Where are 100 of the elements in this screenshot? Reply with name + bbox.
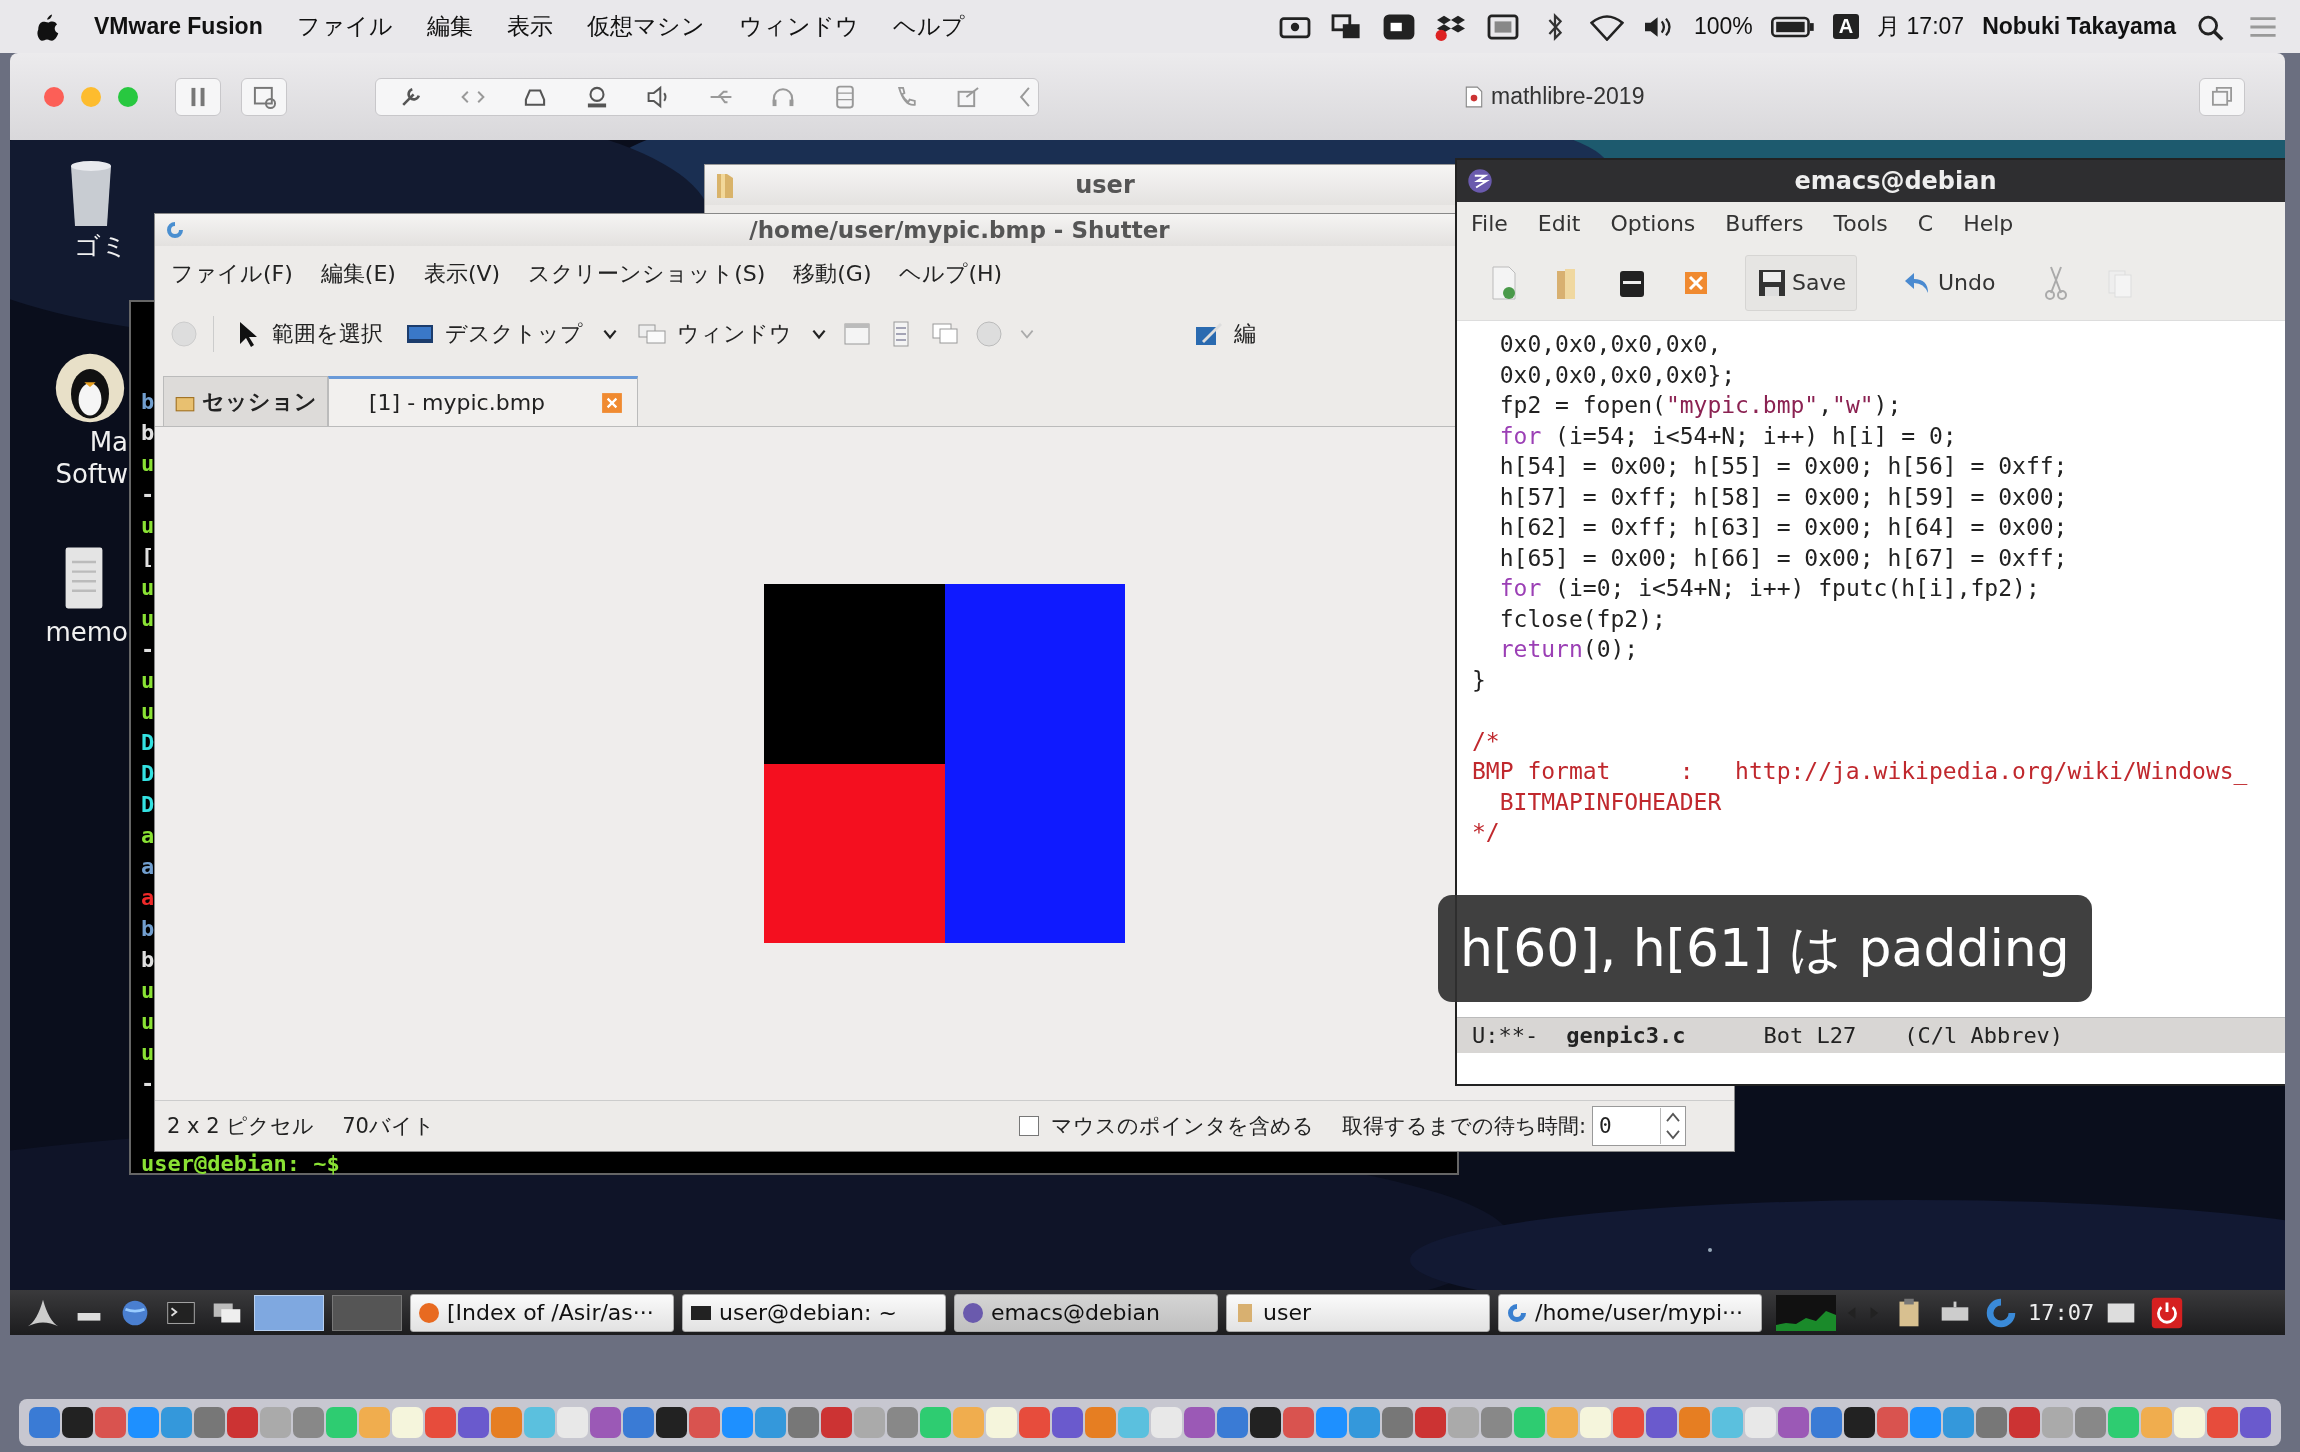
menu-item[interactable]: ファイル: [296, 11, 393, 42]
terminal-prompt: user@debian: ~$: [141, 1153, 340, 1175]
tab[interactable]: [1] - mypic.bmp: [328, 376, 639, 426]
app-icon: [417, 1300, 441, 1325]
code-line: for (i=0; i<54+N; i++) fputc(h[i],fp2);: [1498, 574, 2040, 603]
code-line: h[57] = 0xff; h[58] = 0x00; h[59] = 0x00;: [1498, 482, 2068, 512]
checkbox[interactable]: [1018, 1116, 1039, 1136]
menu-item[interactable]: 表示: [506, 11, 553, 42]
taskbar-item[interactable]: [Index of /Asir/as···: [410, 1293, 674, 1332]
terminal-line: u: [141, 1008, 155, 1036]
menu-item[interactable]: ヘルプ(H): [899, 258, 1003, 289]
emacs-icon: [1467, 168, 1493, 194]
wifi-icon[interactable]: [1589, 12, 1624, 41]
menu-item[interactable]: スクリーンショット(S): [528, 258, 766, 289]
terminal-line: b: [141, 946, 155, 974]
code-line: 0x0,0x0,0x0,0x0,: [1498, 330, 1722, 359]
major-mode: (C/l Abbrev): [1904, 1023, 2064, 1048]
snapshot-button[interactable]: [241, 77, 287, 116]
save-button[interactable]: Save: [1745, 254, 1857, 311]
app-icon: [961, 1300, 985, 1325]
terminal-line: D: [141, 729, 155, 757]
terminal-line: u: [141, 574, 155, 602]
file-size: 70バイト: [342, 1113, 435, 1140]
window-title: user: [1075, 171, 1135, 199]
taskbar-item[interactable]: user: [1226, 1293, 1490, 1332]
terminal-line: a: [141, 884, 155, 912]
menu-item[interactable]: Tools: [1833, 211, 1888, 236]
close-button[interactable]: [44, 86, 64, 107]
icon-label: memo: [45, 616, 128, 648]
menu-item[interactable]: 編集: [426, 11, 473, 42]
app-icon[interactable]: [1844, 1407, 1875, 1438]
document-icon: [1465, 85, 1483, 108]
menu-item[interactable]: 表示(V): [423, 258, 501, 289]
menu-item[interactable]: C: [1917, 211, 1934, 236]
menu-item[interactable]: 移動(G): [793, 258, 872, 289]
checkbox-label: マウスのポインタを含める: [1050, 1113, 1314, 1140]
menu-item[interactable]: Help: [1963, 211, 2014, 236]
app-icon[interactable]: [1250, 1407, 1281, 1438]
minimize-button[interactable]: [81, 86, 101, 107]
delay-spinner[interactable]: 0: [1592, 1106, 1686, 1146]
code-line: BITMAPINFOHEADER: [1498, 787, 1722, 817]
terminal-line: D: [141, 791, 155, 819]
terminal-line: a: [141, 822, 155, 850]
app-icon[interactable]: [656, 1407, 687, 1438]
desktop-button[interactable]: デスクトップ: [401, 318, 587, 349]
menu-item[interactable]: 編集(E): [320, 258, 396, 289]
terminal-line: [: [141, 543, 155, 571]
new-file-icon[interactable]: [1489, 264, 1519, 301]
code-line: h[62] = 0xff; h[63] = 0x00; h[64] = 0x00;: [1498, 513, 2068, 542]
window-button[interactable]: ウィンドウ: [633, 318, 796, 349]
terminal-line: u: [141, 1039, 155, 1067]
code-line: fclose(fp2);: [1498, 604, 1666, 634]
terminal-line: u: [141, 667, 155, 695]
terminal-line: b: [141, 388, 155, 416]
display-icon[interactable]: [1485, 12, 1520, 41]
terminal-line: D: [141, 760, 155, 788]
terminal-line: b: [141, 419, 155, 447]
taskbar-item[interactable]: emacs@debian: [954, 1293, 1218, 1332]
code-line: */: [1472, 818, 1500, 847]
select-area-button[interactable]: 範囲を選択: [228, 318, 387, 349]
video-icon[interactable]: [1381, 12, 1416, 41]
close-icon[interactable]: [601, 391, 624, 414]
undo-button[interactable]: Undo: [1891, 254, 2007, 311]
input-source-indicator[interactable]: A: [1832, 14, 1860, 39]
fullscreen-button[interactable]: [2199, 77, 2245, 116]
menu-item[interactable]: ヘルプ: [892, 11, 965, 42]
circle-icon[interactable]: [169, 318, 199, 349]
menu-item[interactable]: 仮想マシン: [586, 11, 705, 42]
app-icon[interactable]: [62, 1407, 93, 1438]
code-line: fp2 = fopen("mypic.bmp","w");: [1498, 391, 1902, 420]
terminal-line: -: [141, 1070, 155, 1098]
menu-item[interactable]: ファイル(F): [171, 258, 293, 289]
taskbar-item[interactable]: /home/user/mypi···: [1498, 1293, 1762, 1332]
window-title: /home/user/mypic.bmp - Shutter: [749, 217, 1170, 243]
menu-item[interactable]: File: [1471, 211, 1508, 236]
code-line: h[65] = 0x00; h[66] = 0x00; h[67] = 0xff;: [1498, 543, 2068, 573]
image-size: 2 x 2 ピクセル: [167, 1113, 315, 1140]
terminal-line: u: [141, 605, 155, 633]
menu-clock[interactable]: 月 17:07: [1877, 11, 1965, 42]
window-title: emacs@debian: [1794, 167, 1997, 195]
battery-percent: 100%: [1693, 13, 1753, 40]
menu-item[interactable]: Options: [1610, 211, 1696, 236]
tab[interactable]: セッション: [163, 376, 328, 426]
menu-item[interactable]: ウィンドウ: [738, 11, 859, 42]
menu-item[interactable]: Edit: [1537, 211, 1581, 236]
zoom-button[interactable]: [118, 86, 138, 107]
app-menu[interactable]: VMware Fusion: [94, 13, 263, 40]
edit-button[interactable]: 編: [1190, 318, 1260, 349]
menu-item[interactable]: Buffers: [1725, 211, 1804, 236]
terminal-line: -: [141, 636, 155, 664]
pause-button[interactable]: [175, 77, 221, 116]
terminal-line: a: [141, 853, 155, 881]
terminal-line: b: [141, 915, 155, 943]
subtitle-caption: h[60], h[61] は padding: [1438, 895, 2092, 1002]
icon-label: ゴミ: [74, 230, 128, 262]
buffer-status: U:**-: [1472, 1023, 1539, 1048]
taskbar-item[interactable]: user@debian: ~: [682, 1293, 946, 1332]
user-name[interactable]: Nobuki Takayama: [1982, 13, 2176, 40]
terminal-line: u: [141, 450, 155, 478]
code-line: BMP format : http://ja.wikipedia.org/wiki/Windows_: [1472, 757, 2248, 787]
